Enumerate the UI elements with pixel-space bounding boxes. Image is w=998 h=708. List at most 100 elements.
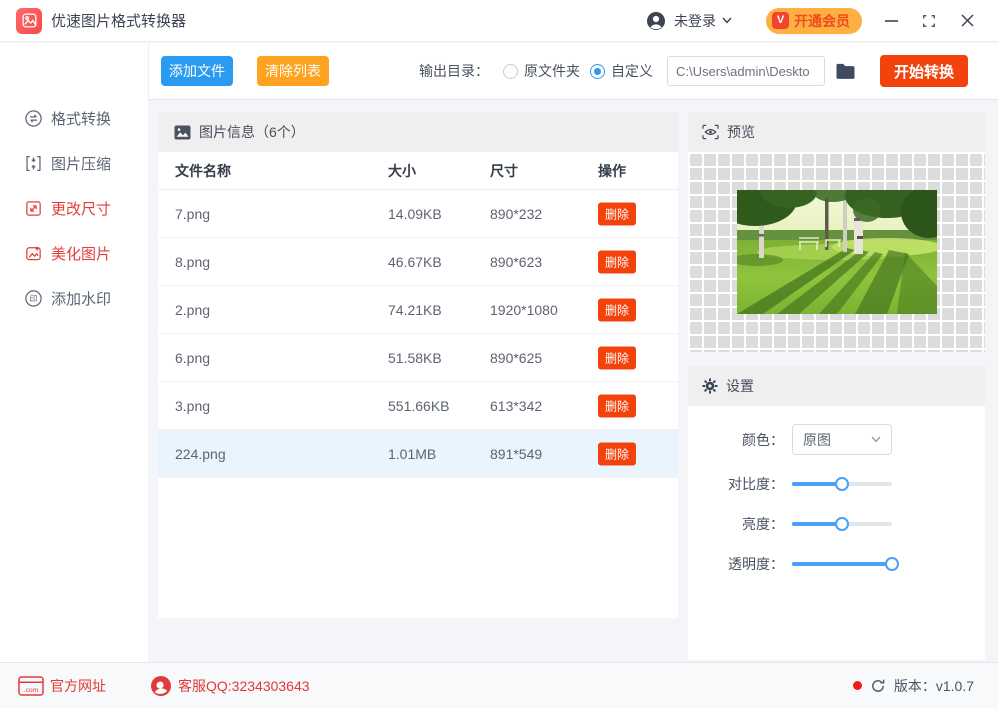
file-name: 2.png [175, 301, 211, 318]
table-row[interactable]: 6.png 51.58KB 890*625 删除 [158, 334, 678, 382]
slider-label: 透明度： [728, 556, 784, 572]
file-name: 224.png [175, 445, 226, 462]
slider[interactable] [792, 557, 899, 571]
app-window: 优速图片格式转换器 未登录 V 开通会员 格式转换 图片压缩 更改尺寸 美化图片… [0, 0, 998, 708]
radio-custom-label: 自定义 [611, 63, 653, 79]
compress-icon [26, 155, 41, 171]
color-dropdown-value: 原图 [803, 431, 831, 448]
image-info-title: 图片信息（6个） [199, 124, 305, 140]
table-row[interactable]: 8.png 46.67KB 890*623 删除 [158, 238, 678, 286]
file-name: 7.png [175, 205, 211, 222]
delete-button[interactable]: 删除 [598, 394, 636, 417]
table-row[interactable]: 3.png 551.66KB 613*342 删除 [158, 382, 678, 430]
slider[interactable] [792, 477, 892, 491]
customer-service-link[interactable]: 客服QQ:3234303643 [150, 675, 310, 697]
chevron-down-icon [871, 436, 881, 443]
output-dir-radio-group: 原文件夹 自定义 [493, 61, 653, 81]
delete-button[interactable]: 删除 [598, 202, 636, 225]
color-dropdown[interactable]: 原图 [792, 424, 892, 455]
file-dimensions: 613*342 [490, 397, 543, 414]
sidebar-item-image-compress[interactable]: 图片压缩 [24, 150, 111, 176]
table-row[interactable]: 224.png 1.01MB 891*549 删除 [158, 430, 678, 478]
qq-label: 客服QQ:3234303643 [178, 677, 310, 694]
titlebar: 优速图片格式转换器 未登录 V 开通会员 [0, 0, 998, 42]
browse-folder-button[interactable] [835, 63, 856, 80]
preview-eye-icon [702, 124, 719, 140]
login-status[interactable]: 未登录 [674, 11, 716, 31]
slider-label: 对比度： [728, 476, 784, 492]
folder-icon [836, 63, 855, 79]
column-file-name: 文件名称 [175, 162, 231, 179]
slider-row: 对比度： [688, 470, 985, 498]
sidebar-item-label: 格式转换 [51, 110, 112, 128]
slider[interactable] [792, 517, 892, 531]
maximize-button[interactable] [914, 6, 944, 36]
delete-button[interactable]: 删除 [598, 250, 636, 273]
preview-title: 预览 [727, 124, 755, 140]
radio-original-label: 原文件夹 [524, 63, 580, 79]
sidebar-item-label: 添加水印 [51, 290, 112, 308]
slider-label: 亮度： [742, 516, 784, 532]
slider-thumb[interactable] [885, 557, 899, 571]
slider-row: 透明度： [688, 550, 985, 578]
clear-list-button[interactable]: 清除列表 [257, 56, 329, 86]
customer-service-icon [151, 675, 171, 696]
website-label: 官方网址 [50, 677, 106, 694]
sidebar-item-resize[interactable]: 更改尺寸 [24, 195, 111, 221]
slider-thumb[interactable] [835, 517, 849, 531]
delete-button[interactable]: 删除 [598, 298, 636, 321]
file-dimensions: 890*623 [490, 253, 543, 270]
sidebar-item-beautify[interactable]: 美化图片 [24, 240, 111, 266]
slider-row: 亮度： [688, 510, 985, 538]
radio-icon [590, 63, 605, 79]
start-convert-button[interactable]: 开始转换 [880, 55, 968, 87]
official-website-link[interactable]: .com 官方网址 [18, 675, 106, 696]
minimize-button[interactable] [876, 6, 906, 36]
output-path-input[interactable] [667, 56, 825, 86]
sidebar-item-label: 图片压缩 [51, 155, 112, 173]
delete-button[interactable]: 删除 [598, 346, 636, 369]
file-size: 14.09KB [388, 205, 442, 222]
slider-fill [792, 562, 892, 566]
settings-panel: 设置 颜色： 原图 对比度： 亮度： 透明度： [688, 366, 985, 660]
add-files-button[interactable]: 添加文件 [161, 56, 233, 86]
slider-thumb[interactable] [835, 477, 849, 491]
image-info-header: 图片信息（6个） [158, 112, 678, 152]
preview-panel: 预览 [688, 112, 985, 352]
radio-custom[interactable]: 自定义 [590, 61, 653, 81]
open-vip-button[interactable]: V 开通会员 [766, 7, 862, 34]
svg-text:印: 印 [29, 294, 37, 303]
vip-badge-icon: V [772, 12, 789, 29]
file-size: 74.21KB [388, 301, 442, 318]
refresh-icon[interactable] [870, 678, 886, 694]
sidebar-item-format-convert[interactable]: 格式转换 [24, 105, 111, 131]
user-avatar-icon [647, 11, 665, 30]
footer: .com 官方网址 客服QQ:3234303643 版本：v1.0.7 [0, 662, 998, 708]
close-button[interactable] [952, 6, 982, 36]
transparency-checkerboard [688, 152, 985, 352]
table-header-row: 文件名称 大小 尺寸 操作 [158, 152, 678, 190]
gear-icon [702, 378, 718, 394]
sidebar-item-watermark[interactable]: 印 添加水印 [24, 285, 111, 311]
login-control[interactable]: 未登录 [646, 11, 732, 31]
column-actions: 操作 [598, 162, 626, 179]
beautify-icon [26, 245, 41, 260]
file-size: 551.66KB [388, 397, 450, 414]
color-label: 颜色： [742, 432, 784, 448]
watermark-icon: 印 [25, 289, 42, 307]
column-dimensions: 尺寸 [490, 162, 518, 179]
delete-button[interactable]: 删除 [598, 442, 636, 465]
file-size: 1.01MB [388, 445, 437, 462]
preview-header: 预览 [688, 112, 985, 152]
radio-icon [503, 63, 518, 79]
radio-original-folder[interactable]: 原文件夹 [503, 61, 580, 81]
output-dir-label: 输出目录： [419, 63, 489, 79]
file-size: 51.58KB [388, 349, 442, 366]
resize-icon [26, 200, 41, 216]
svg-text:.com: .com [24, 686, 39, 693]
status-dot [852, 681, 862, 690]
table-row[interactable]: 7.png 14.09KB 890*232 删除 [158, 190, 678, 238]
table-row[interactable]: 2.png 74.21KB 1920*1080 删除 [158, 286, 678, 334]
vip-label: 开通会员 [794, 12, 850, 29]
preview-image [737, 190, 937, 314]
